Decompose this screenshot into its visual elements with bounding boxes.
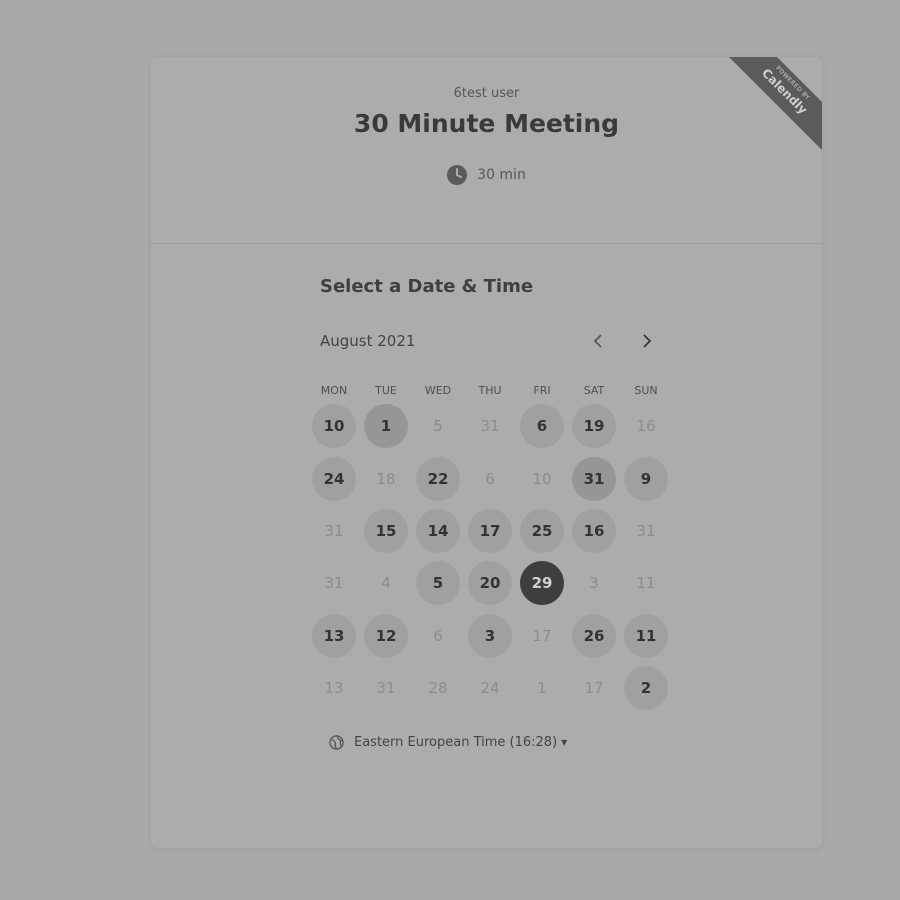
day-button-selected[interactable]: 29 xyxy=(520,561,564,606)
next-month-button[interactable] xyxy=(635,329,659,353)
weekday-header: MON TUE WED THU FRI SAT SUN xyxy=(308,384,672,400)
weekday-label: TUE xyxy=(375,384,397,397)
powered-by-ribbon[interactable]: POWERED BY Calendly xyxy=(720,57,822,161)
day-unavailable: 10 xyxy=(532,469,552,488)
day-button[interactable]: 12 xyxy=(364,613,408,658)
weekday-label: MON xyxy=(320,384,348,397)
day-button[interactable]: 26 xyxy=(572,613,616,658)
day-button[interactable]: 25 xyxy=(520,508,564,553)
event-header: 6test user 30 Minute Meeting 30 min POWE… xyxy=(151,57,822,244)
day-unavailable: 31 xyxy=(636,521,656,540)
day-unavailable: 6 xyxy=(433,626,443,645)
event-duration: 30 min xyxy=(151,165,822,185)
weekday-label: SUN xyxy=(634,384,658,397)
day-unavailable: 13 xyxy=(324,679,344,698)
day-unavailable: 4 xyxy=(381,574,391,593)
day-button[interactable]: 5 xyxy=(416,561,460,606)
day-button[interactable]: 9 xyxy=(624,456,668,501)
booking-card: 6test user 30 Minute Meeting 30 min POWE… xyxy=(151,57,822,848)
day-unavailable: 3 xyxy=(589,574,599,593)
day-button[interactable]: 6 xyxy=(520,404,564,449)
day-unavailable: 31 xyxy=(324,521,344,540)
day-button[interactable]: 19 xyxy=(572,404,616,449)
weekday-label: THU xyxy=(478,384,502,397)
day-button[interactable]: 10 xyxy=(312,404,356,449)
day-button[interactable]: 17 xyxy=(468,508,512,553)
globe-icon xyxy=(329,735,344,750)
timezone-selector[interactable]: Eastern European Time (16:28) ▼ xyxy=(329,735,567,750)
day-unavailable: 5 xyxy=(433,417,443,436)
prev-month-button[interactable] xyxy=(586,329,610,353)
day-button[interactable]: 3 xyxy=(468,613,512,658)
day-unavailable: 1 xyxy=(537,679,547,698)
duration-label: 30 min xyxy=(477,167,526,183)
day-unavailable: 24 xyxy=(480,679,500,698)
day-button[interactable]: 11 xyxy=(624,613,668,658)
day-unavailable: 17 xyxy=(532,626,552,645)
day-button[interactable]: 14 xyxy=(416,508,460,553)
day-button[interactable]: 2 xyxy=(624,666,668,711)
clock-icon xyxy=(447,165,468,185)
ribbon-powered-text: POWERED BY xyxy=(774,64,812,102)
day-button[interactable]: 13 xyxy=(312,613,356,658)
weekday-label: FRI xyxy=(533,384,551,397)
day-button[interactable]: 16 xyxy=(572,508,616,553)
section-title: Select a Date & Time xyxy=(320,276,534,297)
calendar-days: 10 1 5 31 6 19 16 24 18 22 6 10 31 9 31 15 14 17 25 16 31 31 4… xyxy=(308,400,672,714)
chevron-right-icon xyxy=(643,334,652,348)
weekday-label: SAT xyxy=(583,384,605,397)
day-unavailable: 28 xyxy=(428,679,448,698)
day-button[interactable]: 1 xyxy=(364,404,408,449)
day-button[interactable]: 20 xyxy=(468,561,512,606)
chevron-left-icon xyxy=(593,334,602,348)
day-button[interactable]: 24 xyxy=(312,456,356,501)
day-button[interactable]: 22 xyxy=(416,456,460,501)
day-unavailable: 31 xyxy=(480,417,500,436)
timezone-label: Eastern European Time (16:28) xyxy=(354,735,558,750)
ribbon-brand-text: Calendly xyxy=(759,65,811,117)
weekday-label: WED xyxy=(424,384,452,397)
day-unavailable: 31 xyxy=(324,574,344,593)
calendar-grid: MON TUE WED THU FRI SAT SUN 10 1 5 31 6 19 16 24 18 22 6… xyxy=(308,384,672,714)
day-unavailable: 18 xyxy=(376,469,396,488)
day-button[interactable]: 15 xyxy=(364,508,408,553)
day-unavailable: 11 xyxy=(636,574,656,593)
day-unavailable: 16 xyxy=(636,417,656,436)
month-label: August 2021 xyxy=(320,332,416,350)
caret-down-icon: ▼ xyxy=(561,738,568,747)
day-button[interactable]: 31 xyxy=(572,456,616,501)
day-unavailable: 31 xyxy=(376,679,396,698)
day-unavailable: 6 xyxy=(485,469,495,488)
day-unavailable: 17 xyxy=(584,679,604,698)
month-navigation: August 2021 xyxy=(320,329,660,353)
